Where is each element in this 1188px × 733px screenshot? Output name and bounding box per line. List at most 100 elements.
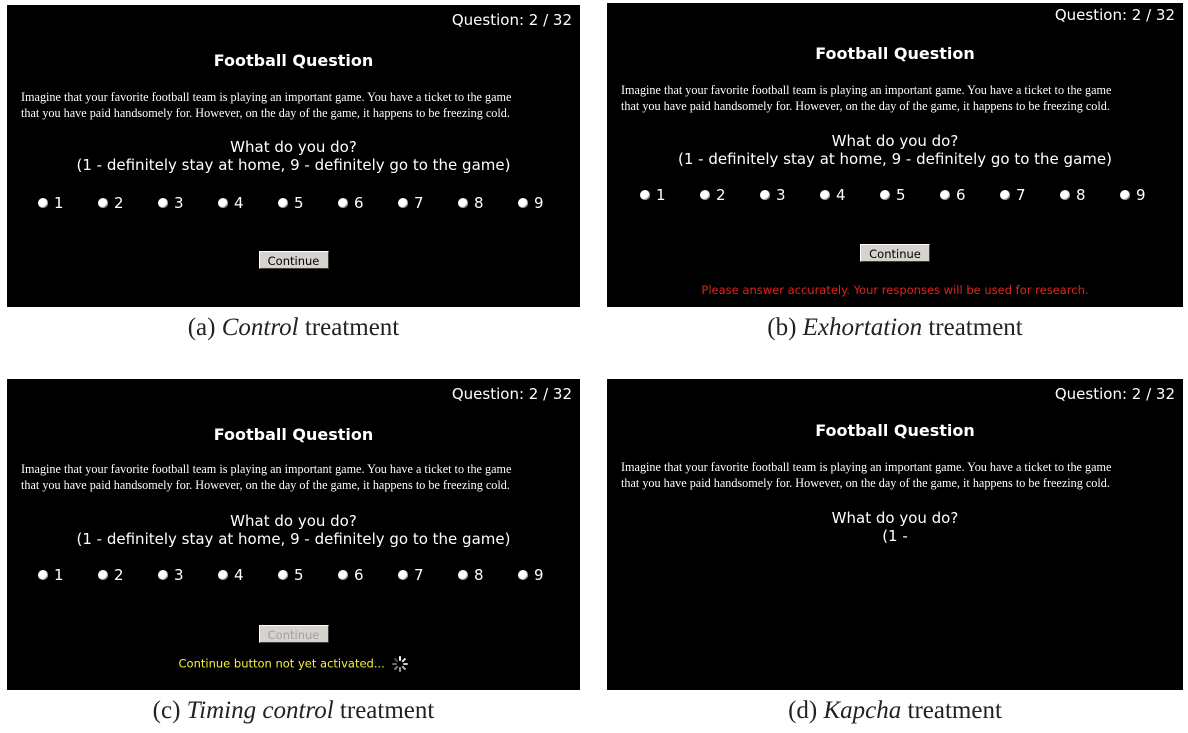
rating-option-6[interactable]: 6: [338, 566, 364, 584]
rating-option-5[interactable]: 5: [880, 186, 906, 204]
question-text-line1: Imagine that your favorite football team…: [621, 460, 1112, 474]
rating-option-3[interactable]: 3: [760, 186, 786, 204]
question-prompt: What do you do? (1 -: [607, 509, 1183, 545]
prompt-line2: (1 - definitely stay at home, 9 - defini…: [678, 150, 1112, 168]
radio-button[interactable]: [458, 198, 468, 208]
caption-exhortation: (b) Exhortation treatment: [767, 314, 1023, 341]
rating-option-9[interactable]: 9: [1120, 186, 1146, 204]
radio-button[interactable]: [518, 198, 528, 208]
radio-button[interactable]: [640, 190, 650, 200]
rating-option-4[interactable]: 4: [820, 186, 846, 204]
rating-option-5[interactable]: 5: [278, 566, 304, 584]
timing-control-treatment-panel: Question: 2 / 32 Football Question Imagi…: [7, 379, 580, 690]
radio-button[interactable]: [158, 198, 168, 208]
timing-message: Continue button not yet activated...: [7, 656, 580, 672]
radio-button[interactable]: [760, 190, 770, 200]
radio-button[interactable]: [880, 190, 890, 200]
rating-option-7[interactable]: 7: [398, 194, 424, 212]
rating-option-1[interactable]: 1: [38, 566, 64, 584]
question-prompt: What do you do? (1 - definitely stay at …: [7, 512, 580, 548]
caption-control: (a) Control treatment: [187, 314, 400, 341]
rating-option-2[interactable]: 2: [98, 566, 124, 584]
rating-scale: 1 2 3 4 5 6 7 8 9: [38, 194, 568, 214]
rating-option-4[interactable]: 4: [218, 566, 244, 584]
radio-button[interactable]: [278, 198, 288, 208]
rating-option-6[interactable]: 6: [338, 194, 364, 212]
radio-button[interactable]: [1060, 190, 1070, 200]
question-title: Football Question: [213, 425, 374, 444]
question-text-line1: Imagine that your favorite football team…: [21, 90, 512, 104]
question-counter: Question: 2 / 32: [451, 385, 572, 403]
radio-button[interactable]: [98, 198, 108, 208]
radio-button[interactable]: [98, 570, 108, 580]
radio-button[interactable]: [1000, 190, 1010, 200]
question-text: Imagine that your favorite football team…: [621, 459, 1173, 491]
radio-button[interactable]: [398, 570, 408, 580]
continue-button-disabled: Continue: [258, 625, 329, 643]
question-prompt: What do you do? (1 - definitely stay at …: [7, 138, 580, 174]
rating-option-8[interactable]: 8: [458, 566, 484, 584]
radio-button[interactable]: [38, 198, 48, 208]
question-text-line1: Imagine that your favorite football team…: [21, 462, 512, 476]
rating-scale: 1 2 3 4 5 6 7 8 9: [38, 566, 568, 586]
timing-message-text: Continue button not yet activated...: [178, 656, 385, 671]
exhortation-message: Please answer accurately. Your responses…: [701, 283, 1089, 297]
rating-option-1[interactable]: 1: [640, 186, 666, 204]
radio-button[interactable]: [700, 190, 710, 200]
question-counter: Question: 2 / 32: [1054, 6, 1175, 24]
rating-option-3[interactable]: 3: [158, 194, 184, 212]
radio-button[interactable]: [458, 570, 468, 580]
radio-button[interactable]: [398, 198, 408, 208]
caption-timing-control: (c) Timing control treatment: [152, 697, 435, 724]
caption-kapcha: (d) Kapcha treatment: [788, 697, 1002, 724]
rating-option-9[interactable]: 9: [518, 194, 544, 212]
rating-option-8[interactable]: 8: [1060, 186, 1086, 204]
rating-option-5[interactable]: 5: [278, 194, 304, 212]
rating-option-2[interactable]: 2: [98, 194, 124, 212]
continue-button[interactable]: Continue: [860, 244, 930, 262]
question-prompt: What do you do? (1 - definitely stay at …: [607, 132, 1183, 168]
radio-button[interactable]: [38, 570, 48, 580]
continue-button[interactable]: Continue: [258, 251, 329, 269]
prompt-line1: What do you do?: [831, 132, 959, 150]
rating-option-8[interactable]: 8: [458, 194, 484, 212]
rating-option-4[interactable]: 4: [218, 194, 244, 212]
radio-button[interactable]: [518, 570, 528, 580]
question-counter: Question: 2 / 32: [1054, 385, 1175, 403]
question-text: Imagine that your favorite football team…: [21, 461, 570, 493]
question-text-line1: Imagine that your favorite football team…: [621, 83, 1112, 97]
rating-option-2[interactable]: 2: [700, 186, 726, 204]
question-counter: Question: 2 / 32: [451, 11, 572, 29]
loading-spinner-icon: [392, 656, 409, 672]
radio-button[interactable]: [218, 198, 228, 208]
radio-button[interactable]: [940, 190, 950, 200]
prompt-line2: (1 - definitely stay at home, 9 - defini…: [76, 156, 511, 174]
rating-option-7[interactable]: 7: [398, 566, 424, 584]
radio-button[interactable]: [158, 570, 168, 580]
prompt-line1: What do you do?: [230, 138, 357, 156]
prompt-line1: What do you do?: [831, 509, 959, 527]
rating-scale: 1 2 3 4 5 6 7 8 9: [640, 186, 1170, 206]
prompt-line2-partial: (1 -: [882, 527, 908, 545]
question-text-line2: that you have paid handsomely for. Howev…: [621, 476, 1110, 490]
rating-option-3[interactable]: 3: [158, 566, 184, 584]
prompt-line1: What do you do?: [230, 512, 357, 530]
question-text: Imagine that your favorite football team…: [621, 82, 1173, 114]
question-title: Football Question: [815, 421, 975, 440]
rating-option-9[interactable]: 9: [518, 566, 544, 584]
rating-option-6[interactable]: 6: [940, 186, 966, 204]
radio-button[interactable]: [218, 570, 228, 580]
exhortation-treatment-panel: Question: 2 / 32 Football Question Imagi…: [607, 3, 1183, 307]
radio-button[interactable]: [820, 190, 830, 200]
radio-button[interactable]: [278, 570, 288, 580]
rating-option-1[interactable]: 1: [38, 194, 64, 212]
radio-button[interactable]: [1120, 190, 1130, 200]
question-text-line2: that you have paid handsomely for. Howev…: [21, 478, 510, 492]
radio-button[interactable]: [338, 570, 348, 580]
prompt-line2: (1 - definitely stay at home, 9 - defini…: [76, 530, 511, 548]
kapcha-treatment-panel: Question: 2 / 32 Football Question Imagi…: [607, 379, 1183, 690]
rating-option-7[interactable]: 7: [1000, 186, 1026, 204]
question-title: Football Question: [815, 44, 975, 63]
radio-button[interactable]: [338, 198, 348, 208]
control-treatment-panel: Question: 2 / 32 Football Question Imagi…: [7, 5, 580, 307]
